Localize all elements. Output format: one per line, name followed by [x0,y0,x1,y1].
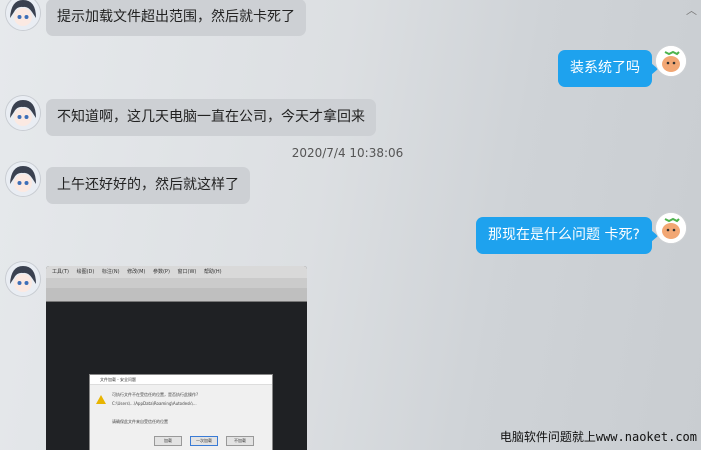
message-bubble-outgoing: 装系统了吗 [558,50,658,87]
screenshot-menu-item: 标注(N) [101,269,120,275]
my-avatar[interactable] [656,213,686,243]
contact-avatar[interactable] [6,162,40,196]
dialog-button: 加载 [154,436,182,446]
message-bubble-incoming: 提示加载文件超出范围，然后就卡死了 [46,0,306,36]
screenshot-security-dialog: 文件加载 - 安全问题 可执行文件不在受信任的位置，是否执行此操作? C:\Us… [89,374,273,450]
message-image-screenshot[interactable]: 工具(T) 绘图(D) 标注(N) 修改(M) 参数(P) 窗口(W) 帮助(H… [46,266,307,450]
screenshot-menu-item: 窗口(W) [177,269,197,275]
dialog-text: 可执行文件不在受信任的位置，是否执行此操作? [112,392,199,397]
screenshot-menu-item: 修改(M) [127,269,146,275]
watermark: 电脑软件问题就上www.naoket.com [499,430,697,444]
dialog-text: 请确保此文件来自受信任的位置 [112,419,168,424]
my-avatar[interactable] [656,46,686,76]
dialog-title: 文件加载 - 安全问题 [90,375,272,385]
contact-avatar[interactable] [6,262,40,296]
screenshot-menu-item: 工具(T) [52,269,69,275]
dialog-text: C:\Users\...\AppData\Roaming\Autodesk\..… [112,401,197,406]
message-bubble-incoming: 不知道啊，这几天电脑一直在公司，今天才拿回来 [46,99,376,136]
screenshot-toolbar [46,278,307,288]
message-bubble-incoming: 上午还好好的，然后就这样了 [46,167,250,204]
contact-avatar[interactable] [6,0,40,30]
message-timestamp: 2020/7/4 10:38:06 [291,146,404,160]
screenshot-menu-item: 参数(P) [152,269,170,275]
warning-icon [96,395,106,404]
contact-avatar[interactable] [6,96,40,130]
screenshot-menu-bar: 工具(T) 绘图(D) 标注(N) 修改(M) 参数(P) 窗口(W) 帮助(H… [46,266,307,278]
screenshot-menu-item: 绘图(D) [76,269,95,275]
message-bubble-outgoing: 那现在是什么问题 卡死? [476,217,658,254]
chevron-up-icon[interactable]: ︿ [686,2,697,18]
dialog-button: 不加载 [226,436,254,446]
screenshot-menu-item: 帮助(H) [203,269,222,275]
screenshot-toolbar [46,288,307,302]
dialog-button: 一次加载 [190,436,218,446]
